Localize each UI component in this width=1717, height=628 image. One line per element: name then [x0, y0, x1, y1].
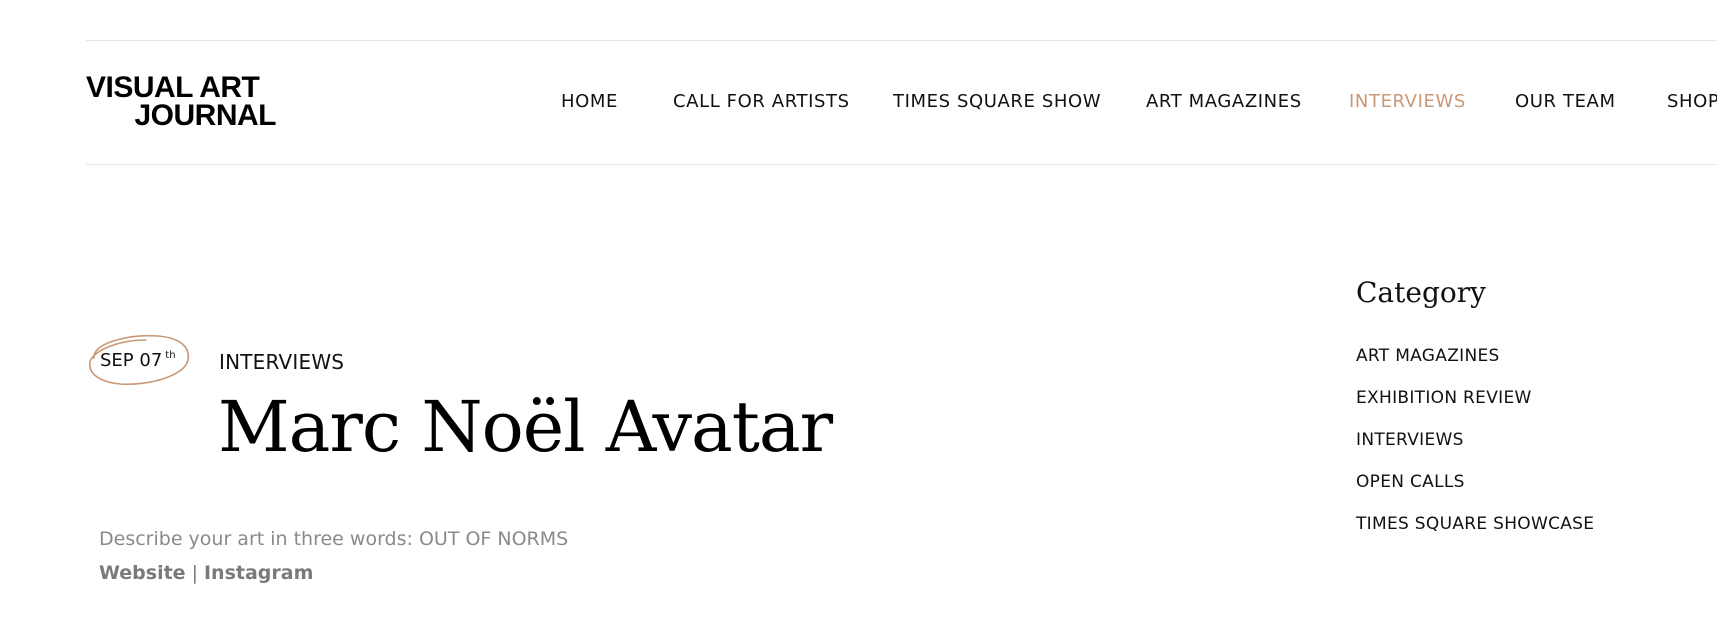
post-date: SEP 07th: [100, 350, 176, 371]
post-excerpt: Describe your art in three words: OUT OF…: [99, 528, 569, 550]
nav-item-call-for-artists[interactable]: CALL FOR ARTISTS: [673, 90, 850, 114]
post-date-badge: SEP 07th: [86, 332, 192, 390]
header-bottom-divider: [86, 164, 1717, 165]
nav-item-art-magazines[interactable]: ART MAGAZINES: [1146, 90, 1302, 114]
category-link-interviews[interactable]: INTERVIEWS: [1356, 430, 1464, 450]
list-item: ART MAGAZINES: [1356, 344, 1594, 386]
main-nav: HOME CALL FOR ARTISTS TIMES SQUARE SHOW …: [0, 90, 1717, 114]
nav-item-times-square-show[interactable]: TIMES SQUARE SHOW: [893, 90, 1101, 114]
header-top-divider: [86, 40, 1717, 41]
links-separator: |: [191, 562, 198, 584]
post-date-suffix: th: [165, 350, 176, 361]
instagram-link[interactable]: Instagram: [204, 562, 313, 584]
list-item: EXHIBITION REVIEW: [1356, 386, 1594, 428]
post-category-link[interactable]: INTERVIEWS: [219, 350, 344, 374]
sidebar-category-list: ART MAGAZINES EXHIBITION REVIEW INTERVIE…: [1356, 344, 1594, 554]
website-link[interactable]: Website: [99, 562, 186, 584]
nav-item-home[interactable]: HOME: [561, 90, 618, 114]
nav-item-shop[interactable]: SHOP: [1667, 90, 1717, 114]
nav-item-our-team[interactable]: OUR TEAM: [1515, 90, 1616, 114]
category-link-open-calls[interactable]: OPEN CALLS: [1356, 472, 1465, 492]
nav-item-interviews[interactable]: INTERVIEWS: [1349, 90, 1466, 114]
sidebar-category-title: Category: [1356, 276, 1486, 309]
list-item: INTERVIEWS: [1356, 428, 1594, 470]
list-item: OPEN CALLS: [1356, 470, 1594, 512]
post-links: Website | Instagram: [99, 562, 313, 584]
post-date-month-day: SEP 07: [100, 350, 163, 371]
category-link-times-square-showcase[interactable]: TIMES SQUARE SHOWCASE: [1356, 514, 1594, 534]
category-link-art-magazines[interactable]: ART MAGAZINES: [1356, 346, 1500, 366]
post-title: Marc Noël Avatar: [218, 386, 833, 468]
list-item: TIMES SQUARE SHOWCASE: [1356, 512, 1594, 554]
category-link-exhibition-review[interactable]: EXHIBITION REVIEW: [1356, 388, 1532, 408]
